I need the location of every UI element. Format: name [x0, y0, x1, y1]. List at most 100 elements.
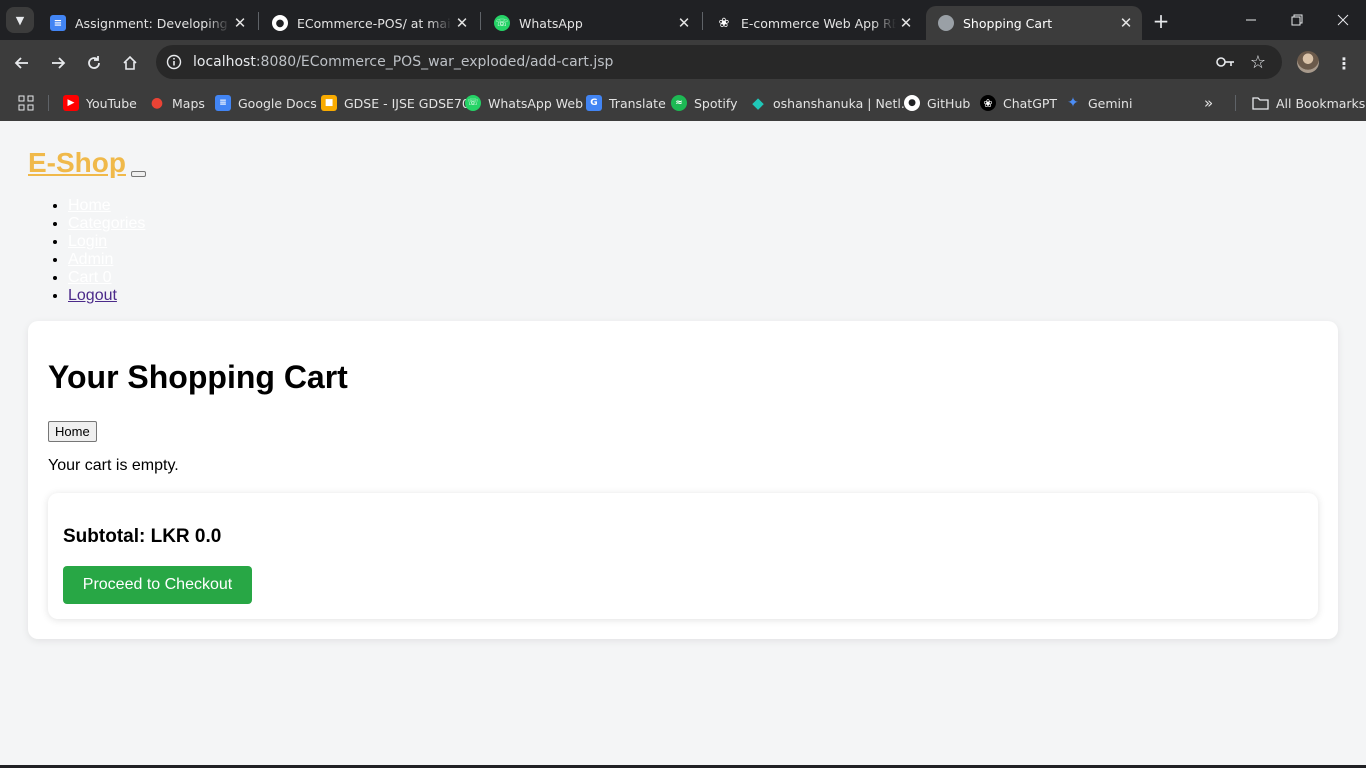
nav-item: Home: [68, 197, 145, 215]
browser-tab[interactable]: ❀ E-commerce Web App READ ✕: [704, 6, 922, 40]
bookmark-label: GitHub: [927, 95, 971, 111]
bookmark-whatsapp-web[interactable]: ☏ WhatsApp Web: [465, 92, 583, 114]
tab-separator: [258, 12, 259, 30]
minimize-button[interactable]: [1228, 0, 1274, 40]
nav-link-logout[interactable]: Logout: [68, 287, 117, 304]
bookmark-google-docs[interactable]: ≡ Google Docs: [215, 92, 317, 114]
netlify-icon: ◆: [752, 94, 764, 112]
nav-link-cart[interactable]: Cart 0: [68, 269, 112, 286]
close-icon[interactable]: ✕: [674, 13, 694, 33]
cart-summary: Subtotal: LKR 0.0 Proceed to Checkout: [48, 493, 1318, 619]
close-icon[interactable]: ✕: [230, 13, 250, 33]
arrow-right-icon: [52, 57, 66, 69]
bookmark-youtube[interactable]: ▶ YouTube: [63, 92, 137, 114]
new-tab-button[interactable]: +: [1148, 8, 1174, 34]
bookmark-gemini[interactable]: ✦ Gemini: [1065, 92, 1132, 114]
bookmark-label: WhatsApp Web: [488, 95, 584, 111]
arrow-left-icon: [14, 57, 28, 69]
page-title: Your Shopping Cart: [48, 359, 348, 395]
nav-link-categories[interactable]: Categories: [68, 215, 145, 232]
password-key-icon[interactable]: [1216, 52, 1236, 72]
bookmark-label: ChatGPT: [1003, 95, 1058, 111]
close-icon[interactable]: ✕: [896, 13, 916, 33]
reload-icon: [88, 56, 100, 69]
tab-title: E-commerce Web App READ: [741, 15, 896, 31]
bookmark-label: Maps: [172, 95, 205, 111]
google-docs-icon: ≡: [215, 95, 231, 111]
tab-search-button[interactable]: ▼: [6, 7, 34, 33]
close-icon: [1337, 14, 1349, 26]
navbar-toggler-button[interactable]: [131, 171, 146, 177]
forward-button[interactable]: [43, 48, 73, 78]
folder-icon: [1252, 97, 1269, 110]
bookmark-github[interactable]: ● GitHub: [904, 92, 970, 114]
cart-container: Your Shopping Cart Home Your cart is emp…: [28, 321, 1338, 639]
nav-link-admin[interactable]: Admin: [68, 251, 113, 268]
bookmark-chatgpt[interactable]: ❀ ChatGPT: [980, 92, 1057, 114]
url-text[interactable]: localhost:8080/ECommerce_POS_war_explode…: [193, 54, 613, 70]
bookmarks-overflow-button[interactable]: »: [1204, 92, 1213, 114]
tab-separator: [702, 12, 703, 30]
bookmark-label: YouTube: [86, 95, 137, 111]
profile-avatar[interactable]: [1297, 51, 1319, 73]
nav-link-login[interactable]: Login: [68, 233, 107, 250]
more-vertical-icon: ⋮: [1336, 53, 1352, 73]
home-button[interactable]: [115, 48, 145, 78]
apps-button[interactable]: [18, 92, 34, 114]
site-info-icon[interactable]: [162, 50, 186, 74]
bookmarks-bar: ▶ YouTube ● Maps ≡ Google Docs ■ GDSE - …: [0, 85, 1366, 121]
subtotal-text: Subtotal: LKR 0.0: [63, 526, 222, 547]
github-icon: ●: [272, 15, 288, 31]
bookmark-star-icon[interactable]: ☆: [1248, 52, 1268, 73]
chevron-double-right-icon: »: [1204, 94, 1214, 112]
bookmark-gdse[interactable]: ■ GDSE - IJSE GDSE70: [321, 92, 470, 114]
brand-logo-link[interactable]: E-Shop: [28, 147, 126, 179]
bookmark-netlify[interactable]: ◆ oshanshanuka | Netl...: [750, 92, 913, 114]
nav-item: Logout: [68, 287, 145, 305]
bookmark-label: Google Docs: [238, 95, 317, 111]
spotify-icon: ≈: [671, 95, 687, 111]
gemini-icon: ✦: [1067, 95, 1079, 111]
home-button[interactable]: Home: [48, 421, 97, 442]
tab-strip: ▼ ≡ Assignment: Developing a Fu ✕ ● ECom…: [0, 0, 1366, 40]
browser-tab-active[interactable]: Shopping Cart ✕: [926, 6, 1142, 40]
browser-tab[interactable]: ● ECommerce-POS/ at main · o ✕: [260, 6, 478, 40]
bookmark-label: Translate: [609, 95, 666, 111]
all-bookmarks-button[interactable]: All Bookmarks: [1252, 92, 1365, 114]
chevron-down-icon: ▼: [15, 13, 25, 27]
bookmark-divider: [48, 95, 49, 111]
nav-item: Login: [68, 233, 145, 251]
close-icon[interactable]: ✕: [1116, 13, 1136, 33]
url-path: :8080/ECommerce_POS_war_exploded/add-car…: [255, 54, 614, 70]
nav-item: Cart 0: [68, 269, 145, 287]
browser-tab[interactable]: ☏ WhatsApp ✕: [482, 6, 700, 40]
browser-tab[interactable]: ≡ Assignment: Developing a Fu ✕: [38, 6, 256, 40]
globe-icon: [938, 15, 954, 31]
address-bar[interactable]: localhost:8080/ECommerce_POS_war_explode…: [156, 45, 1282, 79]
tab-title: Shopping Cart: [963, 15, 1053, 31]
github-icon: ●: [904, 95, 920, 111]
bookmark-maps[interactable]: ● Maps: [149, 92, 205, 114]
bookmark-spotify[interactable]: ≈ Spotify: [671, 92, 737, 114]
youtube-icon: ▶: [63, 95, 79, 111]
home-icon: [123, 55, 137, 70]
bookmark-label: Spotify: [694, 95, 738, 111]
classroom-icon: ■: [321, 95, 337, 111]
bookmark-translate[interactable]: G Translate: [586, 92, 666, 114]
bookmark-label: oshanshanuka | Netl...: [773, 95, 913, 111]
page-content: E-Shop Home Categories Login Admin Cart …: [0, 121, 1366, 768]
whatsapp-icon: ☏: [465, 95, 481, 111]
back-button[interactable]: [7, 48, 37, 78]
nav-link-home[interactable]: Home: [68, 197, 111, 214]
google-docs-icon: ≡: [50, 15, 66, 31]
whatsapp-icon: ☏: [494, 15, 510, 31]
close-icon[interactable]: ✕: [452, 13, 472, 33]
reload-button[interactable]: [79, 48, 109, 78]
close-window-button[interactable]: [1320, 0, 1366, 40]
restore-button[interactable]: [1274, 0, 1320, 40]
proceed-to-checkout-button[interactable]: Proceed to Checkout: [63, 566, 252, 604]
menu-button[interactable]: ⋮: [1329, 48, 1359, 78]
translate-icon: G: [586, 95, 602, 111]
minimize-icon: [1246, 19, 1256, 21]
browser-toolbar: localhost:8080/ECommerce_POS_war_explode…: [0, 40, 1366, 85]
